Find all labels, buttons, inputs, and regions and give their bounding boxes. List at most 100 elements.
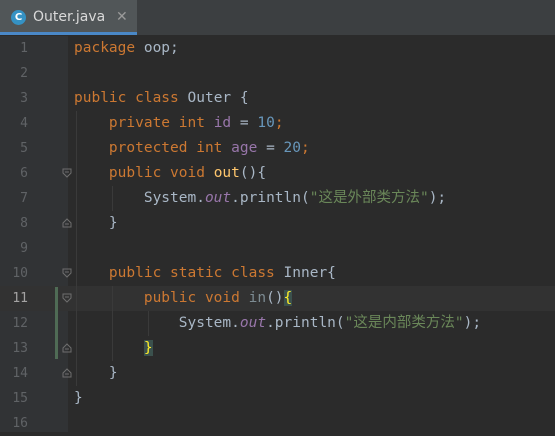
code-token: }: [74, 390, 83, 406]
line-number: 6: [20, 166, 28, 181]
fold-end-icon[interactable]: [62, 343, 72, 353]
line-number: 16: [12, 416, 28, 431]
line-number: 5: [20, 141, 28, 156]
indent-guide: [76, 111, 77, 386]
code-line[interactable]: 1 package oop;: [0, 36, 555, 61]
fold-start-icon[interactable]: [62, 268, 72, 278]
code-text: private int id = 10;: [74, 111, 284, 136]
code-token: }: [74, 215, 118, 231]
line-number: 9: [20, 241, 28, 256]
indent-guide: [112, 186, 113, 211]
code-token: =: [257, 140, 284, 156]
code-token: ;: [301, 140, 310, 156]
fold-start-icon[interactable]: [62, 168, 72, 178]
code-text: public class Outer {: [74, 86, 249, 111]
vcs-change-marker: [55, 287, 58, 359]
code-token: out: [213, 165, 240, 181]
code-line[interactable]: 6 public void out(){: [0, 161, 555, 186]
line-number: 15: [12, 391, 28, 406]
code-line[interactable]: 3 public class Outer {: [0, 86, 555, 111]
fold-end-icon[interactable]: [62, 368, 72, 378]
code-token: =: [231, 115, 258, 131]
code-token: }: [74, 365, 118, 381]
code-text: }: [74, 211, 118, 236]
code-token: 10: [257, 115, 275, 131]
code-line[interactable]: 14 }: [0, 361, 555, 386]
code-line[interactable]: 16: [0, 411, 555, 436]
code-token: id: [213, 115, 232, 131]
code-token: }: [143, 340, 153, 356]
code-token: Outer {: [187, 90, 249, 106]
code-token: age: [231, 140, 258, 156]
code-token: (): [266, 290, 284, 306]
line-number: 12: [12, 316, 28, 331]
code-token: );: [463, 315, 482, 331]
code-text: }: [74, 361, 118, 386]
code-token: {: [283, 290, 293, 306]
line-number: 4: [20, 116, 28, 131]
java-class-icon: C: [11, 10, 26, 25]
code-token: "这是内部类方法": [344, 315, 464, 331]
code-text: }: [74, 336, 153, 361]
code-token: .println(: [266, 315, 345, 331]
line-number: 1: [20, 41, 28, 56]
indent-guide: [148, 311, 149, 336]
code-text: package oop;: [74, 36, 179, 61]
code-token: );: [428, 190, 447, 206]
code-token: package: [74, 40, 144, 56]
code-token: out: [204, 190, 232, 206]
line-number: 11: [12, 291, 28, 306]
line-number: 3: [20, 91, 28, 106]
code-token: .println(: [231, 190, 310, 206]
close-icon[interactable]: ✕: [116, 9, 128, 25]
code-text: System.out.println("这是内部类方法");: [74, 311, 481, 336]
code-token: System.: [74, 190, 205, 206]
code-text: public void in(){: [74, 286, 293, 311]
code-token: private int: [108, 115, 214, 131]
code-token: Inner{: [283, 265, 336, 281]
fold-start-icon[interactable]: [62, 293, 72, 303]
tab-outer-java[interactable]: C Outer.java ✕: [0, 0, 137, 35]
editor-tab-bar: C Outer.java ✕: [0, 0, 555, 36]
code-token: out: [239, 315, 267, 331]
code-token: 20: [283, 140, 302, 156]
code-token: public static class: [108, 265, 284, 281]
code-token: public class: [74, 90, 188, 106]
code-line[interactable]: 15}: [0, 386, 555, 411]
code-token: ;: [274, 115, 284, 131]
code-line[interactable]: 4 private int id = 10;: [0, 111, 555, 136]
code-token: oop;: [143, 40, 179, 56]
code-line[interactable]: 11 public void in(){: [0, 286, 555, 311]
code-token: in: [248, 290, 267, 306]
line-number: 14: [12, 366, 28, 381]
code-token: protected int: [108, 140, 232, 156]
code-line[interactable]: 10 public static class Inner{: [0, 261, 555, 286]
tab-title: Outer.java: [33, 9, 106, 25]
code-line[interactable]: 2: [0, 61, 555, 86]
code-token: public void: [143, 290, 249, 306]
code-line[interactable]: 9: [0, 236, 555, 261]
code-line[interactable]: 12 System.out.println("这是内部类方法");: [0, 311, 555, 336]
code-text: }: [74, 386, 83, 411]
code-token: "这是外部类方法": [309, 190, 429, 206]
line-number: 13: [12, 341, 28, 356]
code-token: public void: [108, 165, 214, 181]
code-line[interactable]: 5 protected int age = 20;: [0, 136, 555, 161]
code-token: System.: [74, 315, 240, 331]
code-line[interactable]: 13 }: [0, 336, 555, 361]
code-text: protected int age = 20;: [74, 136, 310, 161]
line-number: 10: [12, 266, 28, 281]
line-number: 2: [20, 66, 28, 81]
code-text: public void out(){: [74, 161, 266, 186]
code-text: public static class Inner{: [74, 261, 336, 286]
line-number: 8: [20, 216, 28, 231]
code-line[interactable]: 8 }: [0, 211, 555, 236]
code-line[interactable]: 7 System.out.println("这是外部类方法");: [0, 186, 555, 211]
fold-end-icon[interactable]: [62, 218, 72, 228]
